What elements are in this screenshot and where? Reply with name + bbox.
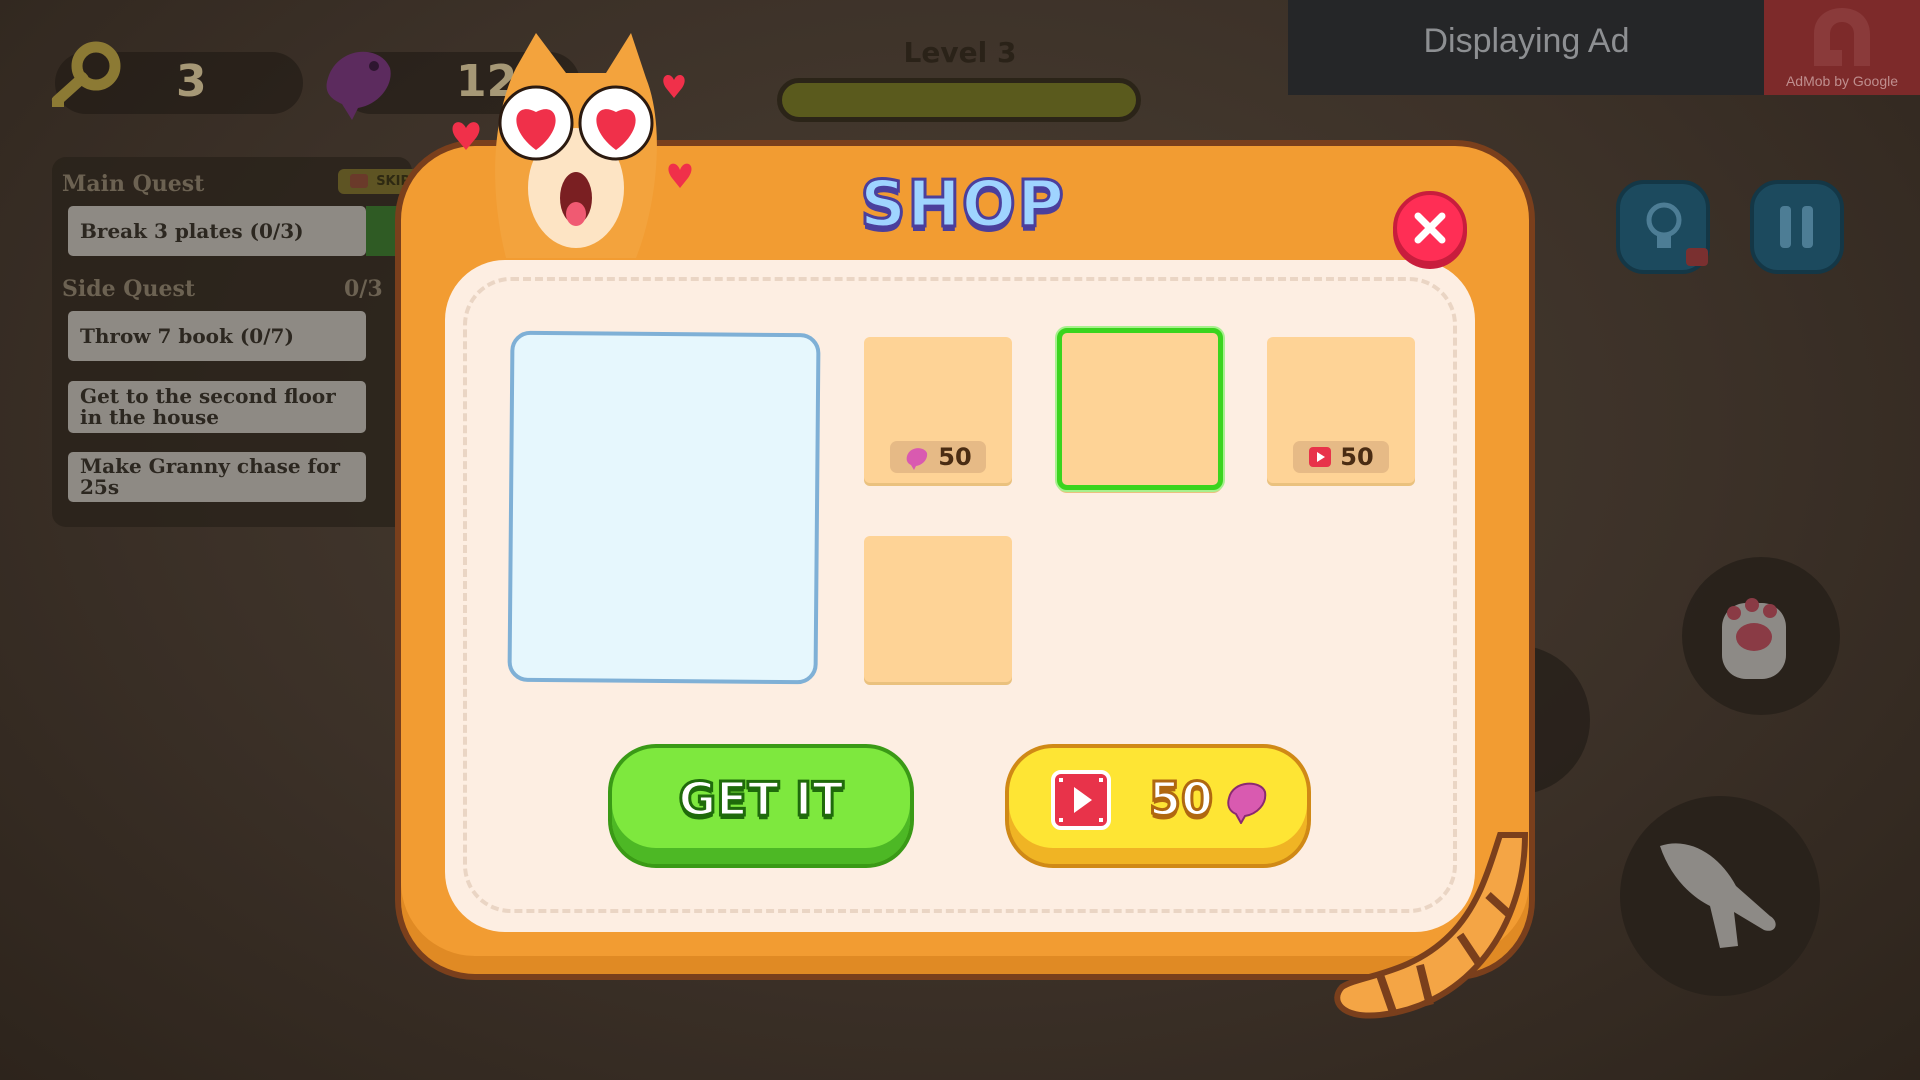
side-quest-item: Get to the second floor in the house: [68, 381, 366, 433]
admob-icon: [1814, 8, 1870, 66]
get-it-button[interactable]: GET IT: [608, 744, 914, 868]
paw-action-button[interactable]: [1682, 557, 1840, 715]
watch-ad-button[interactable]: 50: [1005, 744, 1311, 868]
video-ad-icon: [1686, 248, 1708, 266]
ad-banner[interactable]: Displaying Ad AdMob by Google: [1288, 0, 1920, 95]
main-quest-title: Main Quest: [62, 171, 205, 197]
ad-reward-count: 50: [1147, 771, 1214, 828]
paw-icon: [1722, 598, 1786, 679]
price-tag: 50: [890, 441, 986, 473]
shop-title: SHOP: [859, 167, 1066, 244]
fish-icon: [1227, 782, 1267, 824]
price-value: 50: [1340, 443, 1374, 471]
cat-leg-icon: [1660, 843, 1776, 948]
lightbulb-icon: [1646, 202, 1682, 248]
shop-item-selected[interactable]: [1057, 328, 1223, 490]
side-quest-item: Throw 7 book (0/7): [68, 311, 366, 361]
cat-tail-decoration: [1334, 832, 1529, 1019]
video-ad-icon: [1051, 770, 1111, 830]
ad-banner-text: Displaying Ad: [1423, 22, 1630, 60]
video-ad-icon: [350, 174, 368, 188]
item-preview: [507, 330, 821, 685]
admob-logo: AdMob by Google: [1764, 0, 1920, 95]
get-it-label: GET IT: [677, 771, 845, 828]
side-quest-progress: 0/3: [344, 276, 383, 302]
close-button[interactable]: [1393, 191, 1467, 265]
video-ad-icon: [1309, 447, 1332, 467]
side-quest-title: Side Quest: [62, 276, 195, 302]
pause-icon: [1780, 206, 1814, 248]
price-tag: 50: [1293, 441, 1389, 473]
level-progress-bar: [777, 78, 1141, 122]
pause-button[interactable]: [1750, 180, 1844, 274]
shop-item[interactable]: 50: [1267, 337, 1415, 483]
shop-item[interactable]: [864, 536, 1012, 682]
close-icon: [1414, 212, 1446, 244]
hint-button[interactable]: [1616, 180, 1710, 274]
ad-provider-label: AdMob by Google: [1785, 73, 1899, 89]
cat-mascot: [452, 33, 692, 258]
shop-item[interactable]: 50: [864, 337, 1012, 483]
jump-action-button[interactable]: [1620, 796, 1820, 996]
fish-icon: [906, 448, 928, 470]
main-quest-item: Break 3 plates (0/3): [68, 206, 366, 256]
side-quest-item: Make Granny chase for 25s: [68, 452, 366, 502]
price-value: 50: [938, 443, 972, 471]
